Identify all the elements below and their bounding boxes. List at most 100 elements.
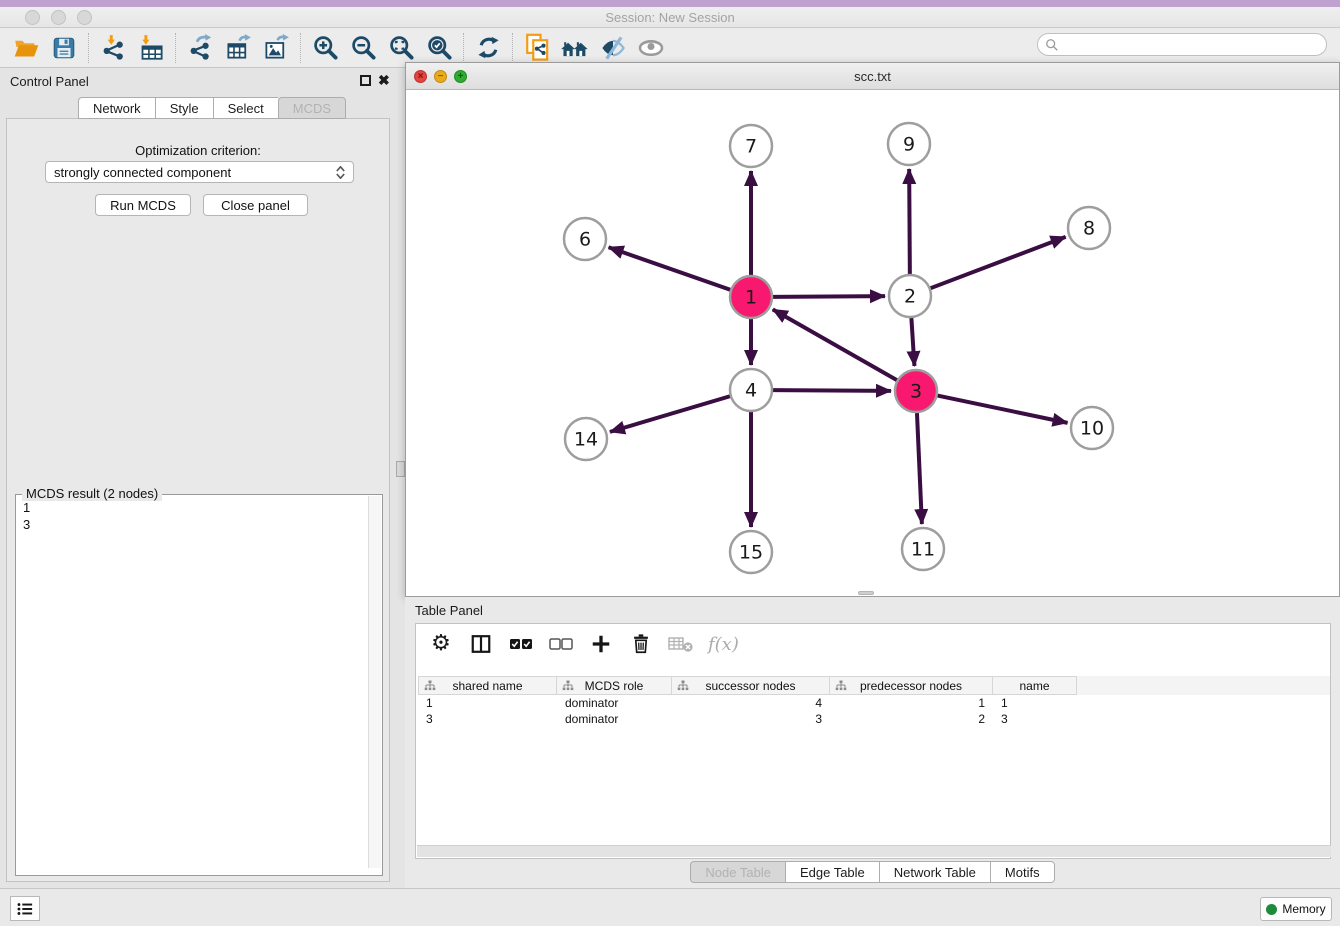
criterion-select[interactable]: strongly connected component [45, 161, 354, 183]
zoom-in-icon[interactable] [309, 32, 341, 64]
export-network-icon[interactable] [184, 32, 216, 64]
graph-edge-1-2[interactable] [773, 296, 885, 297]
table-settings-gear-icon[interactable]: ⚙ [428, 629, 454, 659]
mcds-panel-body: Optimization criterion: strongly connect… [6, 118, 390, 882]
column-header-successor-nodes[interactable]: successor nodes [672, 676, 830, 695]
mcds-result-box: MCDS result (2 nodes) 1 3 [15, 494, 383, 876]
hierarchy-icon [424, 680, 436, 692]
column-header-shared-name[interactable]: shared name [418, 676, 557, 695]
graph-node-label-4: 4 [745, 380, 757, 402]
refresh-icon[interactable] [472, 32, 504, 64]
delete-column-trash-icon[interactable] [628, 629, 654, 659]
graph-node-label-9: 9 [903, 134, 915, 156]
create-column-plus-icon[interactable] [588, 629, 614, 659]
table-row[interactable]: 1 dominator 4 1 1 [418, 695, 1330, 711]
table-panel-title: Table Panel [415, 603, 483, 618]
import-table-icon[interactable] [135, 32, 167, 64]
tab-mcds[interactable]: MCDS [278, 97, 346, 119]
search-input[interactable] [1063, 38, 1326, 52]
cell-successor-nodes: 4 [672, 695, 830, 711]
table-panel-tabs: Node Table Edge Table Network Table Moti… [405, 861, 1340, 883]
hierarchy-icon [677, 680, 689, 692]
show-columns-icon[interactable] [468, 629, 494, 659]
window-resize-grip[interactable] [858, 591, 874, 595]
control-panel-header: Control Panel ✖ [0, 68, 396, 94]
unselect-all-columns-icon[interactable] [548, 629, 574, 659]
function-builder-icon[interactable]: f(x) [708, 629, 739, 659]
panel-splitter-handle[interactable] [396, 461, 405, 477]
cell-shared-name: 3 [418, 711, 557, 727]
window-title: Session: New Session [0, 10, 1340, 25]
mcds-result-lines: 1 3 [16, 499, 369, 533]
zoom-fit-icon[interactable] [385, 32, 417, 64]
tab-motifs[interactable]: Motifs [990, 861, 1055, 883]
graph-node-label-11: 11 [911, 539, 935, 561]
network-view-window: × − + scc.txt 7968124314101511 [405, 62, 1340, 597]
select-stepper-icon [336, 166, 345, 179]
graph-edge-2-3[interactable] [911, 318, 914, 366]
save-session-icon[interactable] [48, 32, 80, 64]
table-horizontal-scrollbar[interactable] [417, 845, 1331, 857]
select-all-columns-icon[interactable] [508, 629, 534, 659]
network-canvas[interactable]: 7968124314101511 [406, 90, 1339, 596]
graph-edge-4-14[interactable] [610, 396, 730, 432]
delete-table-icon[interactable] [668, 629, 694, 659]
hierarchy-icon [562, 680, 574, 692]
graph-node-label-10: 10 [1080, 418, 1104, 440]
criterion-value: strongly connected component [54, 165, 231, 180]
graph-edge-3-11[interactable] [917, 413, 922, 524]
control-panel: Control Panel ✖ Network Style Select MCD… [0, 68, 396, 888]
node-table-box: ⚙ [415, 623, 1331, 859]
run-mcds-button[interactable]: Run MCDS [95, 194, 191, 216]
graph-edge-4-3[interactable] [773, 390, 891, 391]
graph-node-label-8: 8 [1083, 218, 1095, 240]
status-bar: Memory [0, 888, 1340, 926]
graph-node-label-14: 14 [574, 429, 598, 451]
network-window-titlebar: × − + scc.txt [406, 63, 1339, 90]
tab-edge-table[interactable]: Edge Table [785, 861, 879, 883]
open-file-icon[interactable] [10, 32, 42, 64]
graph-node-label-3: 3 [910, 381, 922, 403]
memory-status-icon [1266, 904, 1277, 915]
network-window-title: scc.txt [406, 69, 1339, 84]
new-network-from-selection-icon[interactable] [521, 32, 553, 64]
memory-button[interactable]: Memory [1260, 897, 1332, 921]
graph-edge-2-8[interactable] [931, 237, 1066, 288]
column-header-name[interactable]: name [993, 676, 1077, 695]
tab-select[interactable]: Select [213, 97, 278, 119]
float-panel-icon[interactable] [360, 75, 371, 86]
list-icon [16, 901, 34, 917]
graph-node-label-6: 6 [579, 229, 591, 251]
task-history-button[interactable] [10, 896, 40, 921]
search-icon [1045, 38, 1059, 52]
tab-style[interactable]: Style [155, 97, 213, 119]
graph-node-label-15: 15 [739, 542, 763, 564]
window-titlebar: Session: New Session [0, 0, 1340, 28]
export-table-icon[interactable] [222, 32, 254, 64]
tab-network-table[interactable]: Network Table [879, 861, 990, 883]
tab-node-table[interactable]: Node Table [690, 861, 785, 883]
graph-edge-2-9[interactable] [909, 169, 910, 274]
show-all-icon[interactable] [635, 32, 667, 64]
tab-network[interactable]: Network [78, 97, 155, 119]
graph-edge-3-10[interactable] [938, 396, 1068, 423]
graph-edge-1-6[interactable] [609, 247, 731, 289]
cell-name: 1 [993, 695, 1077, 711]
import-network-icon[interactable] [97, 32, 129, 64]
table-row[interactable]: 3 dominator 3 2 3 [418, 711, 1330, 727]
close-panel-button[interactable]: Close panel [203, 194, 308, 216]
column-header-mcds-role[interactable]: MCDS role [557, 676, 672, 695]
column-header-predecessor-nodes[interactable]: predecessor nodes [830, 676, 993, 695]
result-scrollbar[interactable] [368, 496, 381, 868]
graph-edge-3-1[interactable] [773, 309, 897, 380]
zoom-out-icon[interactable] [347, 32, 379, 64]
first-neighbors-icon[interactable] [559, 32, 591, 64]
zoom-selected-icon[interactable] [423, 32, 455, 64]
hierarchy-icon [835, 680, 847, 692]
mcds-result-line: 3 [23, 516, 369, 533]
hide-selected-icon[interactable] [597, 32, 629, 64]
export-image-icon[interactable] [260, 32, 292, 64]
close-panel-icon[interactable]: ✖ [378, 72, 390, 89]
cell-shared-name: 1 [418, 695, 557, 711]
control-panel-tabs: Network Style Select MCDS [78, 97, 346, 119]
